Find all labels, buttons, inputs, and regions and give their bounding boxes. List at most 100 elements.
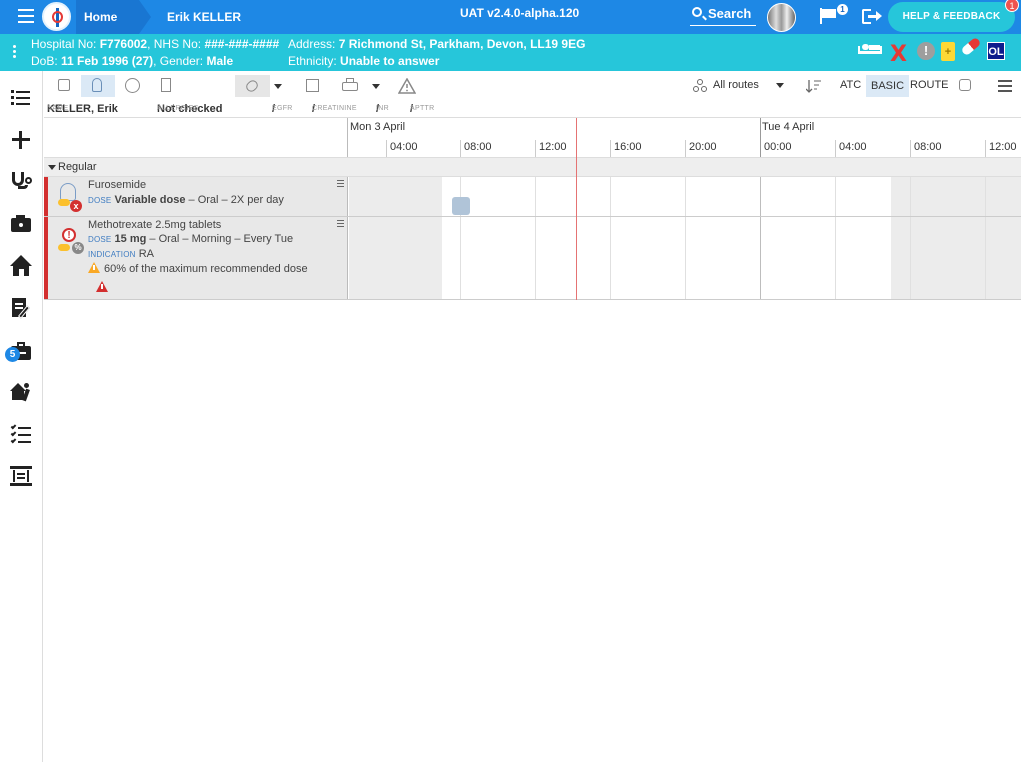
pill-view-icon[interactable] (122, 75, 142, 97)
banner-address: Address: 7 Richmond St, Parkham, Devon, … (288, 37, 586, 51)
grid-layout-icon[interactable] (956, 75, 974, 97)
routes-icon (693, 79, 707, 93)
timeline-spacer (44, 118, 348, 158)
breadcrumb-home[interactable]: Home (76, 0, 152, 34)
list-icon[interactable] (10, 87, 32, 109)
group-header-regular[interactable]: Regular (44, 157, 1021, 177)
time-tick: 00:00 (760, 118, 792, 158)
medication-row[interactable]: x Furosemide DOSE Variable dose – Oral –… (44, 177, 1021, 217)
basic-button[interactable]: BASIC (866, 75, 910, 97)
medication-indication: INDICATION RA (88, 248, 154, 260)
schedule-grid (349, 217, 1021, 299)
print-icon[interactable] (340, 75, 360, 97)
banner-line-1: Hospital No: F776002, NHS No: ###-###-##… (31, 37, 280, 51)
breadcrumb-patient[interactable]: Erik KELLER (145, 0, 241, 34)
medication-details[interactable]: x Furosemide DOSE Variable dose – Oral –… (44, 177, 348, 216)
dob: 11 Feb 1996 (27) (61, 54, 154, 68)
home-icon[interactable] (10, 255, 32, 277)
scheduled-dose-marker[interactable] (452, 197, 470, 215)
document-icon[interactable] (157, 75, 175, 97)
search-label: Search (708, 6, 752, 21)
time-tick: 20:00 (685, 140, 717, 158)
search-icon (692, 7, 702, 17)
routes-label: All routes (713, 79, 759, 91)
logout-icon[interactable] (862, 8, 882, 26)
time-tick: 12:00 (535, 140, 567, 158)
checklist-icon[interactable] (10, 423, 32, 445)
nhs-number: ###-###-#### (204, 37, 280, 51)
x-icon[interactable]: X (890, 42, 907, 67)
schedule-grid (349, 177, 1021, 216)
info-inr: INR: / (376, 103, 389, 115)
medication-dose: DOSE 15 mg – Oral – Morning – Every Tue (88, 233, 294, 245)
plus-icon[interactable] (10, 129, 32, 151)
day-label-1: Mon 3 April (350, 121, 406, 133)
time-tick: 12:00 (985, 140, 1017, 158)
person-icon (149, 8, 161, 26)
group-label: Regular (58, 161, 97, 173)
routes-dropdown-icon[interactable] (776, 83, 784, 88)
ol-icon[interactable]: OL (987, 42, 1005, 60)
flag-icon[interactable]: 1 (820, 4, 848, 24)
user-avatar[interactable] (767, 3, 796, 32)
gender: Male (206, 54, 234, 68)
medication-dose: DOSE Variable dose – Oral – 2X per day (88, 194, 284, 206)
print-dropdown-icon[interactable] (372, 84, 380, 89)
clipboard-icon[interactable]: + (941, 42, 955, 61)
toolbar-menu-icon[interactable] (998, 80, 1012, 95)
dose-warning: 60% of the maximum recommended dose (88, 262, 308, 275)
hospital-number: F776002 (99, 37, 148, 51)
warning-icon (88, 262, 100, 273)
bed-icon[interactable] (858, 42, 882, 58)
board-icon[interactable] (10, 465, 32, 487)
warning-icon[interactable] (397, 75, 417, 97)
info-egfr: EGFR: / (272, 103, 293, 115)
time-tick: 04:00 (386, 140, 418, 158)
patient-info-strip: NAME: KELLER, Erik ALLERGIES: Not checke… (44, 101, 1021, 117)
version-label: UAT v2.4.0-alpha.120 (460, 6, 580, 20)
medication-name: Methotrexate 2.5mg tablets (88, 219, 222, 231)
time-tick: 04:00 (835, 140, 867, 158)
info-creatinine: CREATININE: / (312, 103, 357, 115)
more-options-icon[interactable] (13, 45, 16, 60)
stethoscope-icon[interactable] (10, 171, 32, 193)
row-menu-icon[interactable] (337, 180, 344, 189)
patient-name: Erik KELLER (167, 10, 242, 24)
route-button[interactable]: ROUTE (910, 79, 949, 91)
help-feedback-button[interactable]: HELP & FEEDBACK (888, 2, 1015, 32)
liquid-medication-icon: x (56, 183, 86, 213)
app-logo[interactable] (42, 2, 71, 31)
atc-button[interactable]: ATC (840, 79, 861, 91)
row-menu-icon[interactable] (337, 220, 344, 229)
routes-select[interactable]: All routes (693, 79, 759, 93)
exit-icon[interactable] (10, 381, 32, 403)
info-apttr: APTTR: / (410, 103, 435, 115)
banner-ethnicity: Ethnicity: Unable to answer (288, 54, 440, 68)
time-tick: 16:00 (610, 140, 642, 158)
camera-icon[interactable] (10, 213, 32, 235)
administer-view-icon[interactable] (81, 75, 115, 97)
document-edit-icon[interactable] (10, 297, 32, 319)
medication-row[interactable]: !% Methotrexate 2.5mg tablets DOSE 15 mg… (44, 217, 1021, 300)
alert-triangle-icon[interactable] (96, 281, 108, 292)
chart-view-icon[interactable] (54, 75, 74, 97)
info-name: NAME: KELLER, Erik (47, 103, 118, 115)
left-nav: 5 (0, 71, 43, 762)
calendar-add-icon[interactable] (303, 75, 323, 97)
info-allergies: ALLERGIES: Not checked (157, 103, 223, 115)
hamburger-menu-icon[interactable] (18, 9, 34, 23)
medication-details[interactable]: !% Methotrexate 2.5mg tablets DOSE 15 mg… (44, 217, 348, 299)
current-time-line (576, 118, 577, 300)
banner-line-2: DoB: 11 Feb 1996 (27), Gender: Male (31, 54, 234, 68)
add-medication-dropdown-icon[interactable] (274, 84, 282, 89)
collapse-caret-icon[interactable] (48, 165, 56, 170)
sort-icon[interactable] (805, 75, 823, 97)
alert-icon[interactable]: ! (917, 42, 935, 60)
add-medication-button[interactable] (235, 75, 270, 97)
search-button[interactable]: Search (690, 6, 756, 26)
pill-icon[interactable] (960, 36, 982, 57)
time-tick: 08:00 (910, 140, 942, 158)
medication-name: Furosemide (88, 179, 147, 191)
help-badge: 1 (1005, 0, 1019, 12)
top-bar: Home Erik KELLER UAT v2.4.0-alpha.120 Se… (0, 0, 1021, 34)
